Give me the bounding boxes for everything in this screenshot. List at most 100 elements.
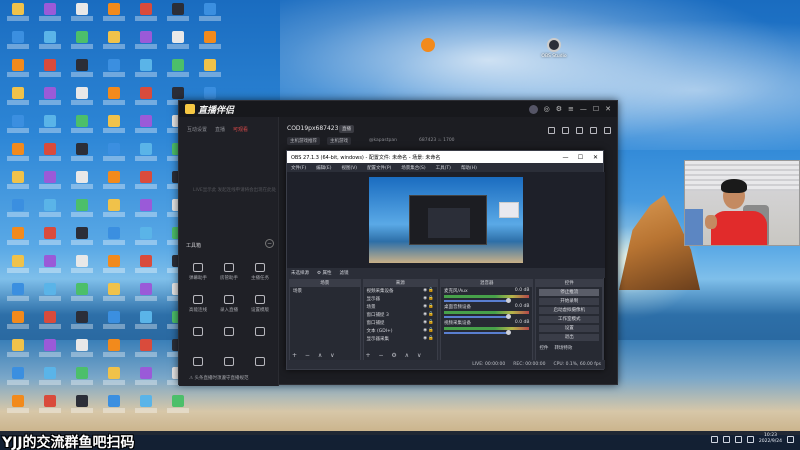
source-item[interactable]: 显示器 ◉ 🔒 [364, 295, 438, 303]
source-item[interactable]: 窗口捕捉 ◉ 🔒 [364, 319, 438, 327]
desktop-icon[interactable] [130, 198, 162, 225]
source-item[interactable]: 窗口捕捉 3 ◉ 🔒 [364, 311, 438, 319]
desktop-icon[interactable] [162, 394, 194, 421]
desktop-icon[interactable] [66, 226, 98, 253]
volume-icon[interactable] [734, 435, 742, 443]
input-method-icon[interactable] [746, 435, 754, 443]
desktop-icon[interactable] [98, 282, 130, 309]
desktop-icon[interactable] [98, 142, 130, 169]
desktop-icon[interactable] [162, 30, 194, 57]
desktop-icon[interactable] [130, 58, 162, 85]
obs-minimize-icon[interactable]: — [558, 154, 573, 161]
desktop-icon[interactable] [2, 226, 34, 253]
properties-button[interactable]: ⚙ 属性 [317, 270, 331, 276]
volume-slider[interactable] [444, 314, 512, 319]
desktop-icon[interactable] [34, 142, 66, 169]
lock-icon[interactable] [562, 127, 569, 134]
eye-lock-icon[interactable]: ◉ 🔒 [423, 288, 434, 294]
network-icon[interactable] [722, 435, 730, 443]
desktop-icon[interactable] [98, 114, 130, 141]
start-recording-button[interactable]: 开始录制 [539, 298, 599, 305]
desktop-icon[interactable] [130, 282, 162, 309]
desktop-icon[interactable] [130, 30, 162, 57]
user-avatar[interactable] [528, 104, 538, 114]
clock[interactable]: 10:23 2022/9/24 [759, 433, 782, 445]
desktop-icon[interactable] [98, 170, 130, 197]
desktop-icon[interactable] [66, 338, 98, 365]
tool-10[interactable] [185, 357, 211, 369]
category-chip-1[interactable]: 主机游戏推荐 [287, 137, 320, 145]
desktop-icon[interactable] [66, 114, 98, 141]
scene-item[interactable]: 场景 [290, 287, 360, 295]
eye-lock-icon[interactable]: ◉ 🔒 [423, 312, 434, 318]
desktop-icon[interactable] [130, 394, 162, 421]
help-icon[interactable]: ◎ [544, 105, 550, 113]
tool-link[interactable]: 高能连线 [185, 295, 211, 313]
screen-icon[interactable] [576, 127, 583, 134]
tab-live[interactable]: 直播 [215, 126, 225, 133]
desktop-icon[interactable] [130, 170, 162, 197]
desktop-icon[interactable] [2, 394, 34, 421]
source-item[interactable]: 显示器采集 ◉ 🔒 [364, 335, 438, 343]
desktop-icon[interactable] [2, 30, 34, 57]
eye-lock-icon[interactable]: ◉ 🔒 [423, 304, 434, 310]
maximize-icon[interactable]: ☐ [593, 105, 599, 113]
desktop-icon[interactable] [130, 338, 162, 365]
desktop-icon[interactable] [66, 30, 98, 57]
tool-danmaku[interactable]: 弹幕助手 [185, 263, 211, 281]
menu-help[interactable]: 帮助(H) [461, 165, 477, 171]
desktop-icon[interactable] [130, 114, 162, 141]
tab-controls[interactable]: 控件 [539, 345, 548, 351]
obs-maximize-icon[interactable]: ☐ [573, 154, 588, 161]
share-icon[interactable] [604, 127, 611, 134]
eye-lock-icon[interactable]: ◉ 🔒 [423, 328, 434, 334]
desktop-icon[interactable] [98, 198, 130, 225]
studio-mode-button[interactable]: 工作室模式 [539, 316, 599, 323]
tool-7[interactable] [185, 327, 211, 339]
desktop-icon[interactable] [66, 394, 98, 421]
desktop-icon[interactable] [98, 310, 130, 337]
desktop-icon[interactable] [2, 142, 34, 169]
source-item[interactable]: 文本 (GDI+) ◉ 🔒 [364, 327, 438, 335]
desktop-icon[interactable] [2, 114, 34, 141]
desktop-icon[interactable] [66, 170, 98, 197]
desktop-icon[interactable] [34, 198, 66, 225]
volume-slider[interactable] [444, 298, 512, 303]
desktop-icon[interactable] [66, 58, 98, 85]
desktop-icon[interactable] [66, 198, 98, 225]
desktop-icon[interactable] [162, 2, 194, 29]
menu-edit[interactable]: 编辑(E) [316, 165, 331, 171]
tool-room-admin[interactable]: 房管助手 [216, 263, 242, 281]
desktop-icon[interactable] [34, 254, 66, 281]
tool-11[interactable] [216, 357, 242, 369]
desktop-icon[interactable] [2, 366, 34, 393]
menu-profile[interactable]: 配置文件(P) [367, 165, 391, 171]
desktop-icon[interactable] [2, 310, 34, 337]
menu-view[interactable]: 视图(V) [341, 165, 357, 171]
desktop-icon[interactable] [2, 282, 34, 309]
desktop-icon[interactable] [34, 310, 66, 337]
eye-lock-icon[interactable]: ◉ 🔒 [423, 320, 434, 326]
desktop-icon[interactable] [34, 58, 66, 85]
tool-template[interactable]: 设置模版 [247, 295, 273, 313]
settings-icon[interactable]: ⚙ [556, 105, 562, 113]
desktop-icon[interactable] [194, 58, 226, 85]
minimize-icon[interactable]: — [580, 105, 587, 113]
desktop-icon[interactable] [34, 282, 66, 309]
tool-9[interactable] [247, 327, 273, 339]
desktop-icon[interactable] [66, 2, 98, 29]
chevron-up-icon[interactable] [710, 435, 718, 443]
desktop-icon[interactable] [98, 226, 130, 253]
desktop-icon[interactable] [66, 254, 98, 281]
volume-slider[interactable] [444, 330, 512, 335]
bell-icon[interactable] [590, 127, 597, 134]
desktop-icon[interactable] [34, 86, 66, 113]
tool-8[interactable] [216, 327, 242, 339]
desktop-icon[interactable] [98, 366, 130, 393]
desktop-icon[interactable] [66, 86, 98, 113]
tool-task[interactable]: 主播任务 [247, 263, 273, 281]
desktop-icon[interactable] [98, 338, 130, 365]
desktop-icon[interactable] [66, 142, 98, 169]
desktop-icon[interactable] [130, 86, 162, 113]
virtual-camera-button[interactable]: 启动虚拟摄像机 [539, 307, 599, 314]
